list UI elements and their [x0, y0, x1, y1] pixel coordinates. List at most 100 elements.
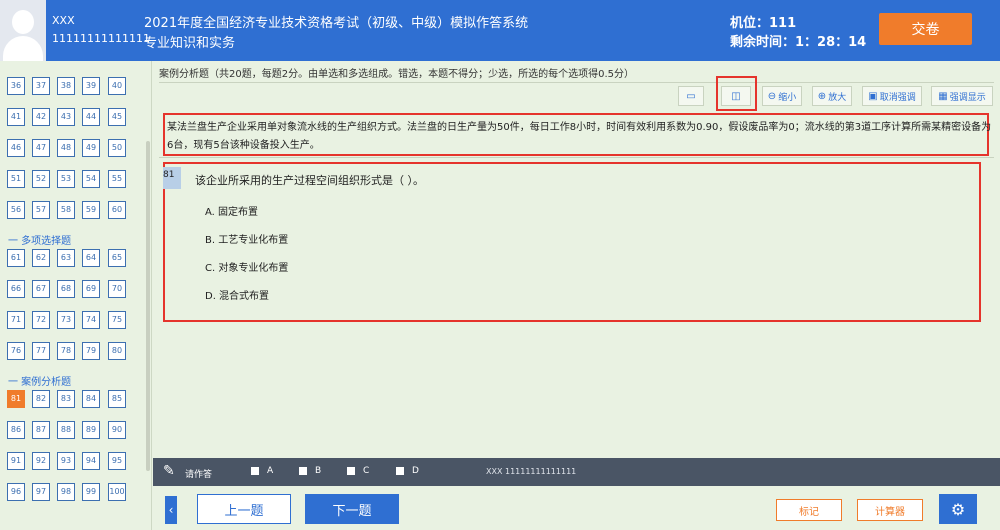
question-nav-item[interactable]: 38 [57, 77, 75, 95]
single-pane-button[interactable]: ▭ [678, 86, 704, 106]
question-number-badge: 81 [163, 167, 181, 189]
previous-question-button[interactable]: 上一题 [197, 494, 291, 524]
question-nav-item[interactable]: 56 [7, 201, 25, 219]
checkbox-square [299, 467, 307, 475]
section-instructions: 案例分析题（共20题，每题2分。由单选和多选组成。错选，本题不得分；少选，所选的… [159, 69, 634, 80]
question-nav-item[interactable]: 63 [57, 249, 75, 267]
question-nav-item[interactable]: 96 [7, 483, 25, 501]
question-stem: 该企业所采用的生产过程空间组织形式是（ ）。 [195, 174, 424, 187]
question-nav-item[interactable]: 93 [57, 452, 75, 470]
question-nav-item[interactable]: 83 [57, 390, 75, 408]
question-nav-item[interactable]: 43 [57, 108, 75, 126]
question-nav-item[interactable]: 48 [57, 139, 75, 157]
cancel-emphasis-button[interactable]: ▣ 取消强调 [862, 86, 922, 106]
submit-exam-button[interactable]: 交卷 [879, 13, 972, 45]
question-nav-item[interactable]: 57 [32, 201, 50, 219]
avatar [0, 0, 46, 61]
divider [159, 82, 994, 83]
answer-checkbox-d[interactable]: D [396, 466, 419, 476]
question-nav-item[interactable]: 69 [82, 280, 100, 298]
question-nav-item[interactable]: 90 [108, 421, 126, 439]
question-nav-item[interactable]: 44 [82, 108, 100, 126]
question-nav-item[interactable]: 75 [108, 311, 126, 329]
question-nav-item[interactable]: 87 [32, 421, 50, 439]
question-nav-item[interactable]: 74 [82, 311, 100, 329]
question-nav-item[interactable]: 66 [7, 280, 25, 298]
collapse-sidebar-button[interactable]: ‹ [165, 496, 177, 524]
question-nav-item[interactable]: 54 [82, 170, 100, 188]
question-nav-item[interactable]: 100 [108, 483, 126, 501]
question-nav-item[interactable]: 58 [57, 201, 75, 219]
question-nav-item[interactable]: 88 [57, 421, 75, 439]
question-nav-item[interactable]: 76 [7, 342, 25, 360]
question-nav-item[interactable]: 62 [32, 249, 50, 267]
question-nav-item[interactable]: 95 [108, 452, 126, 470]
question-nav-item[interactable]: 97 [32, 483, 50, 501]
question-nav-item[interactable]: 72 [32, 311, 50, 329]
question-nav-item[interactable]: 42 [32, 108, 50, 126]
question-nav-item[interactable]: 98 [57, 483, 75, 501]
question-nav-item[interactable]: 73 [57, 311, 75, 329]
question-nav-item[interactable]: 39 [82, 77, 100, 95]
question-nav-item[interactable]: 68 [57, 280, 75, 298]
question-nav-item[interactable]: 92 [32, 452, 50, 470]
question-nav-item[interactable]: 78 [57, 342, 75, 360]
answer-checkbox-a[interactable]: A [251, 466, 273, 476]
avatar-body-shape [3, 36, 43, 61]
question-nav-item[interactable]: 80 [108, 342, 126, 360]
question-nav-item[interactable]: 89 [82, 421, 100, 439]
single-pane-icon: ▭ [686, 90, 696, 102]
question-nav-item[interactable]: 61 [7, 249, 25, 267]
question-nav-item[interactable]: 91 [7, 452, 25, 470]
question-panel: 案例分析题（共20题，每题2分。由单选和多选组成。错选，本题不得分；少选，所选的… [153, 61, 1000, 458]
question-nav-item[interactable]: 45 [108, 108, 126, 126]
sidebar-scrollbar[interactable] [146, 141, 150, 471]
question-nav-item[interactable]: 36 [7, 77, 25, 95]
question-nav-item[interactable]: 51 [7, 170, 25, 188]
emphasis-icon: ▦ [938, 90, 948, 102]
question-nav-item[interactable]: 49 [82, 139, 100, 157]
question-nav-item[interactable]: 60 [108, 201, 126, 219]
question-nav-item[interactable]: 86 [7, 421, 25, 439]
question-nav-item[interactable]: 53 [57, 170, 75, 188]
question-nav-item[interactable]: 47 [32, 139, 50, 157]
question-nav-item[interactable]: 79 [82, 342, 100, 360]
question-nav-item[interactable]: 55 [108, 170, 126, 188]
question-nav-item[interactable]: 50 [108, 139, 126, 157]
emphasis-button[interactable]: ▦ 强调显示 [931, 86, 993, 106]
next-question-button[interactable]: 下一题 [305, 494, 399, 524]
question-nav-item[interactable]: 64 [82, 249, 100, 267]
answer-checkbox-c[interactable]: C [347, 466, 369, 476]
answer-checkbox-b[interactable]: B [299, 466, 321, 476]
answer-choice-label: D [412, 466, 419, 476]
question-nav-item[interactable]: 77 [32, 342, 50, 360]
question-nav-item[interactable]: 70 [108, 280, 126, 298]
zoom-in-icon: ⊕ [817, 90, 827, 102]
question-nav-item[interactable]: 46 [7, 139, 25, 157]
question-nav-item[interactable]: 52 [32, 170, 50, 188]
question-nav-item[interactable]: 71 [7, 311, 25, 329]
option-c: C. 对象专业化布置 [205, 263, 289, 274]
divider [159, 157, 994, 158]
question-nav-item[interactable]: 99 [82, 483, 100, 501]
question-nav-item[interactable]: 67 [32, 280, 50, 298]
question-nav-item[interactable]: 41 [7, 108, 25, 126]
enlarge-font-button[interactable]: ⊕ 放大 [812, 86, 852, 106]
checkbox-square [347, 467, 355, 475]
question-nav-item[interactable]: 59 [82, 201, 100, 219]
settings-button[interactable]: ⚙ [939, 494, 977, 524]
remaining-time: 剩余时间：1：28：14 [730, 35, 867, 50]
question-nav-item[interactable]: 94 [82, 452, 100, 470]
question-nav-item[interactable]: 81 [7, 390, 25, 408]
question-nav-item[interactable]: 82 [32, 390, 50, 408]
shrink-font-button[interactable]: ⊖ 缩小 [762, 86, 802, 106]
question-nav-item[interactable]: 37 [32, 77, 50, 95]
question-nav-item[interactable]: 85 [108, 390, 126, 408]
question-nav-item[interactable]: 84 [82, 390, 100, 408]
section-label-multi-choice: 一 多项选择题 [8, 236, 72, 247]
calculator-button[interactable]: 计算器 [857, 499, 923, 521]
question-nav-item[interactable]: 40 [108, 77, 126, 95]
mark-question-button[interactable]: 标记 [776, 499, 842, 521]
question-nav-item[interactable]: 65 [108, 249, 126, 267]
split-pane-button[interactable]: ◫ [721, 86, 751, 106]
